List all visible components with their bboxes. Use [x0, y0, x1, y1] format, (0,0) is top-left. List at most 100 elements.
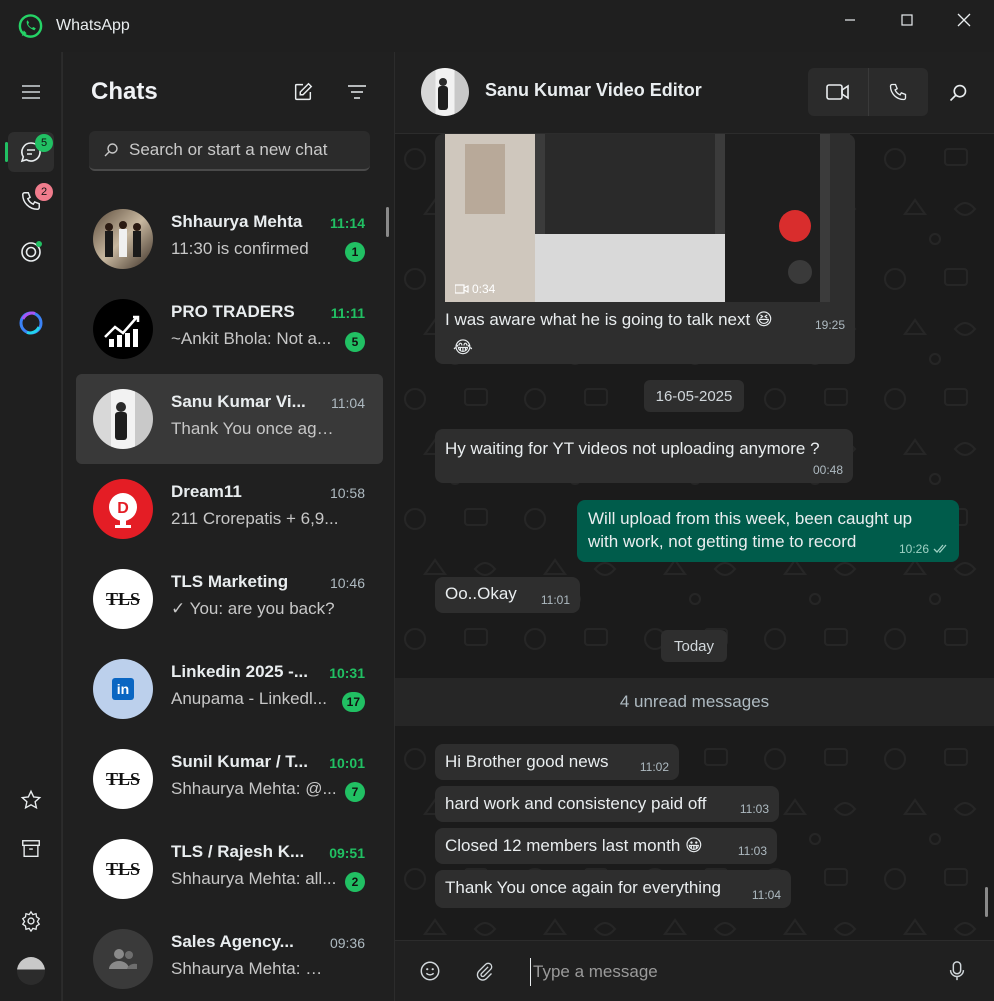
search-box[interactable]	[89, 131, 370, 171]
menu-button[interactable]	[8, 72, 54, 112]
conversation-header: Sanu Kumar Video Editor	[395, 52, 994, 134]
chat-name: Linkedin 2025 -...	[171, 662, 308, 681]
avatar	[93, 389, 153, 449]
message-bubble[interactable]: hard work and consistency paid off 11:03	[435, 786, 779, 822]
chat-time: 11:11	[330, 305, 365, 321]
nav-profile[interactable]	[8, 951, 54, 991]
nav-meta-ai[interactable]	[8, 303, 54, 343]
chats-title: Chats	[91, 78, 158, 105]
message-time: 19:25	[814, 318, 845, 332]
maximize-button[interactable]	[879, 0, 935, 40]
chat-name: Sanu Kumar Vi...	[171, 392, 306, 411]
app-title: WhatsApp	[56, 17, 130, 34]
message-time: 10:26	[898, 542, 929, 556]
chat-list: Shhaurya Mehta 11:14 11:30 is confirmed …	[76, 194, 383, 1001]
chat-item-dream11[interactable]: D Dream11 10:58 211 Crorepatis + 6,9...	[76, 464, 383, 554]
video-preview-icon	[445, 134, 850, 302]
video-call-button[interactable]	[808, 68, 868, 116]
chat-time: 09:36	[329, 935, 365, 951]
chat-name: Sunil Kumar / T...	[171, 752, 308, 771]
search-input[interactable]	[129, 140, 369, 160]
avatar: TLS	[93, 839, 153, 899]
chat-item-pro-traders[interactable]: PRO TRADERS 11:11 ~Ankit Bhola: Not a...…	[76, 284, 383, 374]
nav-chats[interactable]: 5	[8, 132, 54, 172]
nav-status[interactable]	[8, 232, 54, 272]
message-text: I was aware what he is going to talk nex…	[445, 310, 773, 329]
message-bubble[interactable]: Oo..Okay 11:01	[435, 577, 580, 613]
unread-badge: 17	[341, 692, 365, 712]
contact-avatar[interactable]	[421, 68, 469, 116]
attach-button[interactable]	[469, 956, 499, 986]
chat-preview: ✓ You: are you back?	[171, 599, 335, 618]
new-chat-button[interactable]	[289, 78, 317, 106]
message-text: Will upload from this week, been caught …	[588, 509, 913, 528]
voice-call-button[interactable]	[868, 68, 928, 116]
chat-preview: Shhaurya Mehta: @...	[171, 779, 337, 798]
message-time: 11:01	[540, 593, 570, 607]
chat-preview: Shhaurya Mehta: all...	[171, 869, 337, 888]
person-photo-icon	[438, 78, 448, 110]
video-thumbnail[interactable]: 0:34	[445, 134, 850, 302]
filter-icon	[348, 85, 366, 99]
unread-badge: 2	[345, 872, 365, 892]
chat-list-scrollbar[interactable]	[386, 207, 389, 237]
voice-message-button[interactable]	[942, 956, 972, 986]
message-bubble[interactable]: Hi Brother good news 11:02	[435, 744, 679, 780]
paperclip-icon	[476, 962, 493, 981]
chat-preview: 211 Crorepatis + 6,9...	[171, 509, 339, 528]
chat-time: 10:58	[329, 485, 365, 501]
new-chat-icon	[294, 82, 313, 101]
star-icon	[20, 789, 42, 810]
dream11-logo-letter: D	[117, 500, 129, 517]
message-text: Closed 12 members last month 😀	[445, 836, 703, 855]
search-icon	[104, 143, 118, 157]
chat-time: 10:31	[329, 665, 365, 681]
chat-item-linkedin-2025[interactable]: in Linkedin 2025 -... 10:31 Anupama - Li…	[76, 644, 383, 734]
chat-item-sunil-kumar[interactable]: TLS Sunil Kumar / T... 10:01 Shhaurya Me…	[76, 734, 383, 824]
close-window-button[interactable]	[936, 0, 992, 40]
conversation-scrollbar[interactable]	[985, 887, 988, 917]
nav-settings[interactable]	[8, 901, 54, 941]
chat-preview: 11:30 is confirmed	[171, 239, 309, 258]
gear-icon	[21, 910, 41, 932]
message-input[interactable]	[530, 958, 920, 986]
chat-item-tls-marketing[interactable]: TLS TLS Marketing 10:46 ✓ You: are you b…	[76, 554, 383, 644]
whatsapp-logo-icon	[18, 14, 43, 38]
contact-name[interactable]: Sanu Kumar Video Editor	[485, 80, 702, 101]
chat-time: 10:01	[329, 755, 365, 771]
message-text: Hi Brother good news	[445, 752, 609, 771]
chat-item-shhaurya-mehta[interactable]: Shhaurya Mehta 11:14 11:30 is confirmed …	[76, 194, 383, 284]
message-text: Oo..Okay	[445, 584, 517, 603]
search-in-chat-button[interactable]	[943, 78, 973, 108]
maximize-icon	[901, 14, 913, 26]
unread-badge: 7	[345, 782, 365, 802]
chat-item-sanu-kumar[interactable]: Sanu Kumar Vi... 11:04 Thank You once ag…	[76, 374, 383, 464]
date-separator: 16-05-2025	[644, 380, 744, 412]
filter-button[interactable]	[343, 78, 371, 106]
emoji-button[interactable]	[415, 956, 445, 986]
message-time: 11:03	[737, 844, 767, 858]
chat-preview: ~Ankit Bhola: Not a...	[171, 329, 332, 348]
video-duration: 0:34	[472, 282, 496, 296]
nav-starred[interactable]	[8, 780, 54, 820]
conversation-pane: Sanu Kumar Video Editor 0:34 I was aware…	[395, 52, 994, 1001]
tls-logo-text: TLS	[105, 588, 141, 609]
chat-item-tls-rajesh[interactable]: TLS TLS / Rajesh K... 09:51 Shhaurya Meh…	[76, 824, 383, 914]
chat-time: 11:04	[331, 395, 365, 411]
message-bubble[interactable]: Thank You once again for everything 11:0…	[435, 870, 791, 908]
message-text: hard work and consistency paid off	[445, 794, 707, 813]
avatar: in	[93, 659, 153, 719]
avatar: TLS	[93, 569, 153, 629]
video-message[interactable]: 0:34 I was aware what he is going to tal…	[435, 134, 855, 364]
nav-archived[interactable]	[8, 829, 54, 869]
message-bubble-outgoing[interactable]: Will upload from this week, been caught …	[577, 500, 959, 562]
hamburger-menu-icon	[22, 85, 40, 99]
chats-unread-badge: 5	[35, 134, 53, 152]
microphone-icon	[949, 961, 965, 981]
message-bubble[interactable]: Closed 12 members last month 😀 11:03	[435, 828, 777, 864]
message-bubble[interactable]: Hy waiting for YT videos not uploading a…	[435, 429, 853, 483]
avatar	[93, 929, 153, 989]
minimize-button[interactable]	[822, 0, 878, 40]
nav-calls[interactable]: 2	[8, 181, 54, 221]
chat-item-sales-agency[interactable]: Sales Agency... 09:36 Shhaurya Mehta: 🖼 …	[76, 914, 383, 1001]
